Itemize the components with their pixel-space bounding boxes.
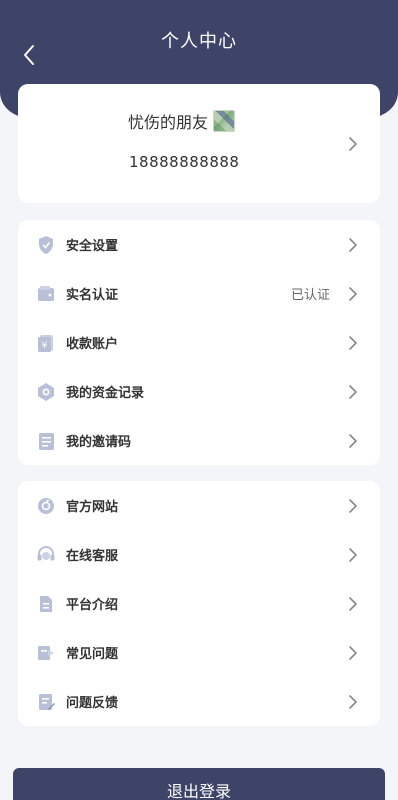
menu-item-payment-account[interactable]: ¥ 收款账户 bbox=[18, 318, 380, 367]
chevron-right-icon bbox=[348, 136, 358, 156]
chevron-right-icon bbox=[348, 596, 358, 616]
faq-icon bbox=[35, 642, 57, 664]
username-row: 忧伤的朋友 bbox=[128, 109, 236, 133]
chevron-right-icon bbox=[348, 433, 358, 453]
chevron-right-icon bbox=[348, 237, 358, 257]
page-title: 个人中心 bbox=[161, 31, 237, 52]
chevron-right-icon bbox=[348, 547, 358, 567]
menu-item-invite-code[interactable]: 我的邀请码 bbox=[18, 416, 380, 465]
phone-number: 18888888888 bbox=[129, 153, 240, 171]
menu-item-real-name-auth[interactable]: 实名认证 已认证 bbox=[18, 269, 380, 318]
menu-item-feedback[interactable]: 问题反馈 bbox=[18, 677, 380, 726]
menu-item-fund-records[interactable]: 我的资金记录 bbox=[18, 367, 380, 416]
svg-text:¥: ¥ bbox=[42, 341, 48, 351]
shield-icon bbox=[35, 234, 57, 256]
headset-icon bbox=[35, 544, 57, 566]
logout-label: 退出登录 bbox=[166, 782, 231, 800]
invite-code-icon bbox=[35, 430, 57, 452]
chevron-right-icon bbox=[348, 694, 358, 714]
menu-item-label: 安全设置 bbox=[66, 239, 119, 254]
chevron-right-icon bbox=[348, 384, 358, 404]
menu-item-label: 在线客服 bbox=[66, 549, 119, 564]
menu-item-label: 问题反馈 bbox=[66, 696, 119, 711]
verified-status: 已认证 bbox=[290, 288, 330, 303]
wallet-icon bbox=[35, 283, 57, 305]
menu-item-label: 常见问题 bbox=[66, 647, 119, 662]
menu-group-support: 官方网站 在线客服 平台介绍 常见问题 问题反馈 bbox=[18, 481, 380, 726]
avatar bbox=[213, 110, 236, 132]
username: 忧伤的朋友 bbox=[128, 113, 209, 132]
document-icon bbox=[35, 593, 57, 615]
profile-page: 个人中心 忧伤的朋友 18888888888 安全设置 实名认证 已认证 ¥ 收… bbox=[0, 0, 398, 800]
profile-card[interactable]: 忧伤的朋友 18888888888 bbox=[18, 84, 380, 203]
menu-item-platform-intro[interactable]: 平台介绍 bbox=[18, 579, 380, 628]
fund-record-icon bbox=[35, 381, 57, 403]
menu-item-label: 官方网站 bbox=[66, 500, 119, 515]
menu-item-label: 收款账户 bbox=[66, 337, 119, 352]
receipt-icon: ¥ bbox=[35, 332, 57, 354]
menu-item-label: 平台介绍 bbox=[66, 598, 119, 613]
feedback-icon bbox=[35, 691, 57, 713]
chevron-right-icon bbox=[348, 335, 358, 355]
menu-item-label: 我的邀请码 bbox=[66, 435, 132, 450]
chevron-right-icon bbox=[348, 645, 358, 665]
logout-button[interactable]: 退出登录 bbox=[13, 768, 385, 800]
chevron-right-icon bbox=[348, 498, 358, 518]
menu-item-official-website[interactable]: 官方网站 bbox=[18, 481, 380, 530]
menu-item-security-settings[interactable]: 安全设置 bbox=[18, 220, 380, 269]
menu-group-account: 安全设置 实名认证 已认证 ¥ 收款账户 我的资金记录 我的邀请码 bbox=[18, 220, 380, 465]
menu-item-label: 实名认证 bbox=[66, 288, 119, 303]
chevron-right-icon bbox=[348, 286, 358, 306]
menu-item-label: 我的资金记录 bbox=[66, 386, 145, 401]
menu-item-online-support[interactable]: 在线客服 bbox=[18, 530, 380, 579]
website-icon bbox=[35, 495, 57, 517]
menu-item-faq[interactable]: 常见问题 bbox=[18, 628, 380, 677]
